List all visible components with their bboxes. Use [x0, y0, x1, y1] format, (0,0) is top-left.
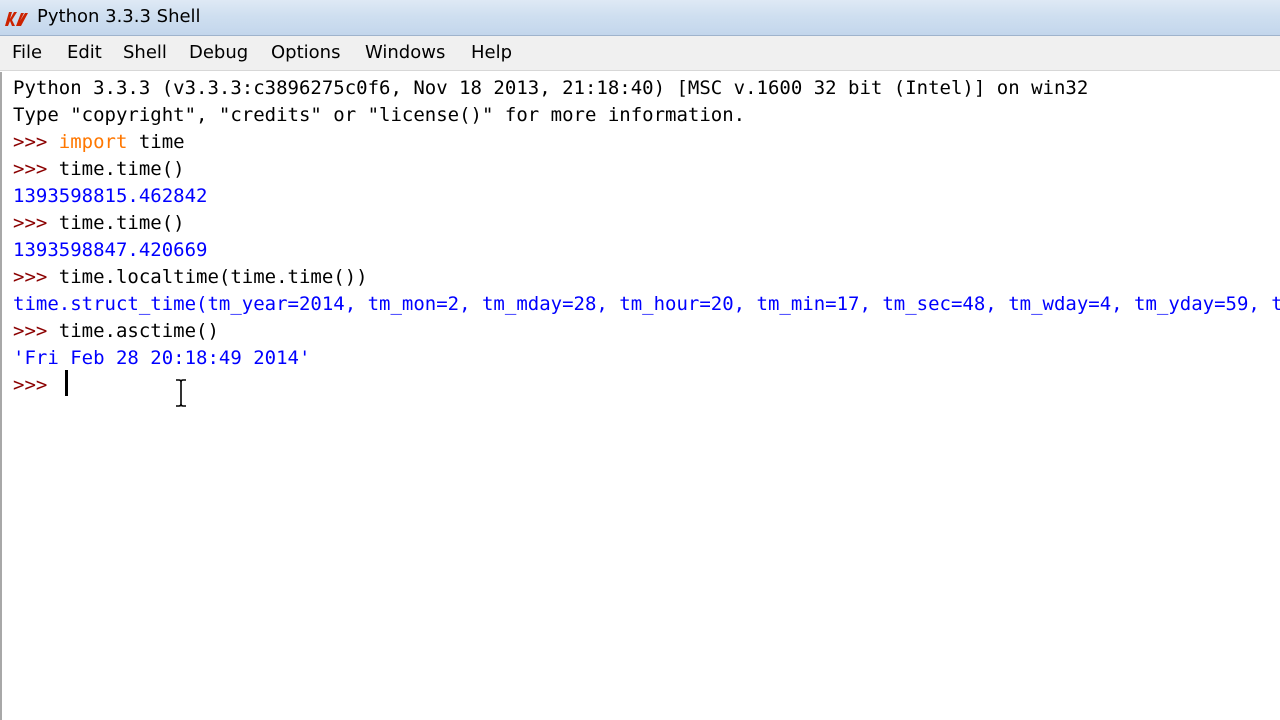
current-input-line[interactable]: >>> [13, 372, 59, 398]
shell-prompt: >>> [13, 131, 59, 153]
menu-debug[interactable]: Debug [189, 42, 248, 64]
title-bar[interactable]: Python 3.3.3 Shell [0, 0, 1280, 36]
shell-prompt: >>> [13, 374, 59, 396]
input-code: time.asctime() [58, 320, 219, 342]
menu-windows[interactable]: Windows [365, 42, 445, 64]
input-line: >>> time.time() [13, 156, 185, 182]
input-line: >>> time.time() [13, 210, 185, 236]
input-code: time.time() [58, 212, 185, 234]
menu-help[interactable]: Help [471, 42, 512, 64]
keyword-import: import [58, 131, 128, 153]
menu-bar: File Edit Shell Debug Options Windows He… [0, 36, 1280, 71]
idle-shell-window: Python 3.3.3 Shell File Edit Shell Debug… [0, 0, 1280, 720]
shell-prompt: >>> [13, 266, 59, 288]
shell-prompt: >>> [13, 212, 59, 234]
banner-version-line: Python 3.3.3 (v3.3.3:c3896275c0f6, Nov 1… [13, 77, 1089, 99]
input-code: time [127, 131, 185, 153]
text-caret [65, 370, 68, 396]
tk-feather-icon [5, 12, 28, 26]
input-line: >>> time.asctime() [13, 318, 219, 344]
shell-text-area[interactable]: Python 3.3.3 (v3.3.3:c3896275c0f6, Nov 1… [0, 72, 1280, 720]
input-line: >>> import time [13, 129, 185, 155]
menu-options[interactable]: Options [271, 42, 340, 64]
input-line: >>> time.localtime(time.time()) [13, 264, 368, 290]
input-code: time.localtime(time.time()) [58, 266, 368, 288]
input-code: time.time() [58, 158, 185, 180]
banner-info-line: Type "copyright", "credits" or "license(… [13, 104, 746, 126]
window-title: Python 3.3.3 Shell [37, 6, 201, 27]
output-line: 1393598815.462842 [13, 185, 208, 207]
output-line: time.struct_time(tm_year=2014, tm_mon=2,… [13, 293, 1280, 315]
shell-prompt: >>> [13, 320, 59, 342]
menu-file[interactable]: File [12, 42, 42, 64]
output-line: 'Fri Feb 28 20:18:49 2014' [13, 347, 311, 369]
output-line: 1393598847.420669 [13, 239, 208, 261]
menu-edit[interactable]: Edit [67, 42, 102, 64]
ibeam-cursor-icon [176, 378, 186, 408]
shell-prompt: >>> [13, 158, 59, 180]
menu-shell[interactable]: Shell [123, 42, 167, 64]
